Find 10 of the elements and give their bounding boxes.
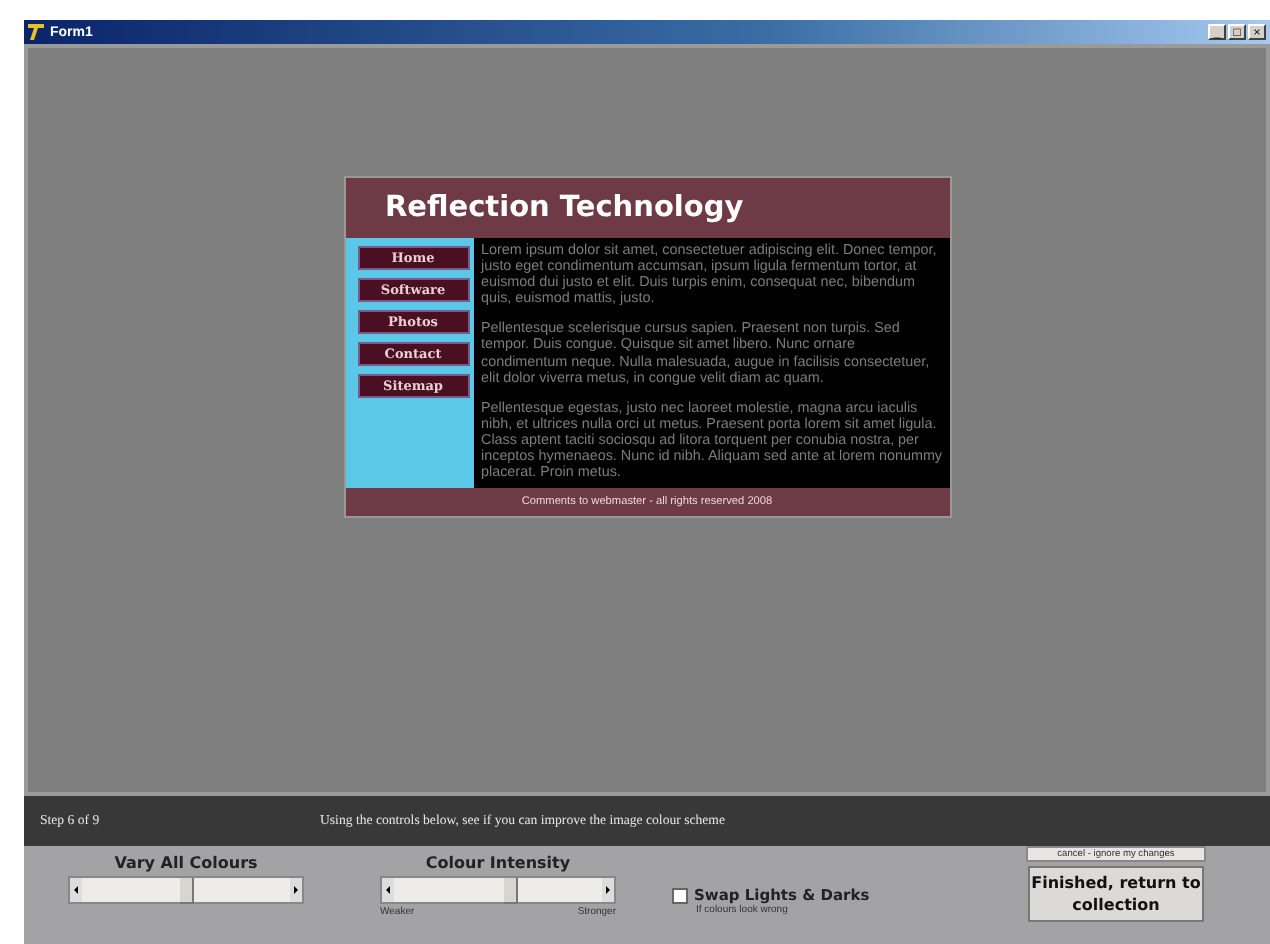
slider-label: Vary All Colours	[114, 854, 258, 872]
slider-thumb[interactable]	[503, 878, 518, 904]
site-title: Reflection Technology	[383, 190, 746, 228]
app-icon	[28, 24, 44, 40]
checkbox[interactable]	[672, 887, 688, 903]
slider-thumb[interactable]	[180, 878, 194, 904]
finish-button[interactable]: Finished, return to collection	[1028, 866, 1204, 922]
slider[interactable]	[380, 876, 616, 904]
slider-label: Colour Intensity	[425, 854, 571, 872]
slider[interactable]	[68, 876, 304, 904]
